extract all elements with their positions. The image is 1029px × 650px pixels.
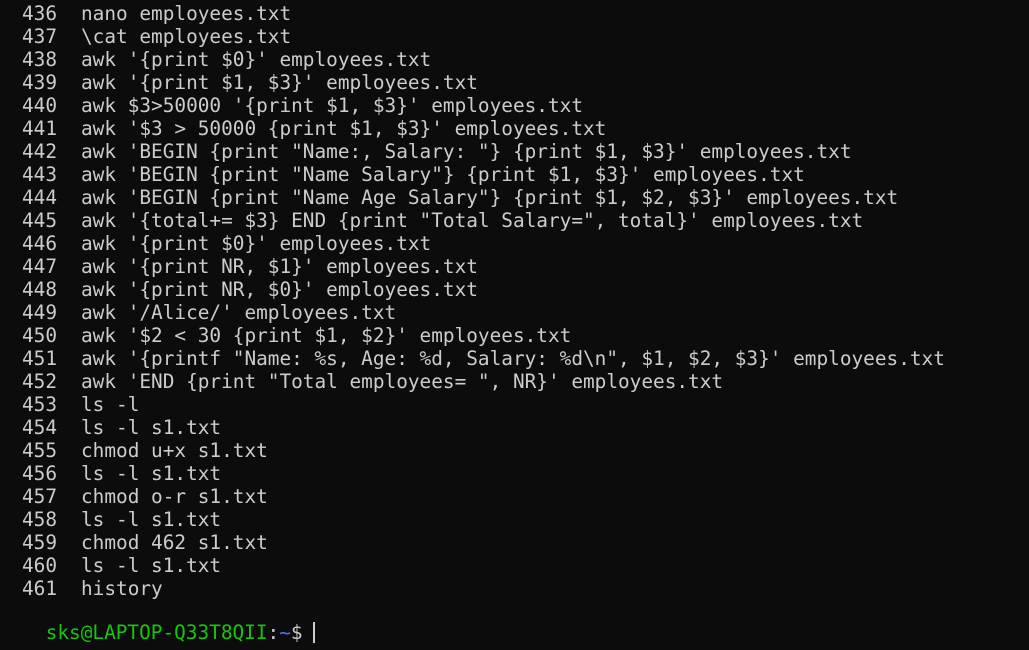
history-command: awk 'BEGIN {print "Name:, Salary: "} {pr… xyxy=(81,140,852,163)
history-line: 461 history xyxy=(0,577,945,600)
history-number: 448 xyxy=(21,278,57,301)
history-number: 450 xyxy=(21,324,57,347)
history-command: awk $3>50000 '{print $1, $3}' employees.… xyxy=(81,94,583,117)
history-command: awk 'BEGIN {print "Name Age Salary"} {pr… xyxy=(81,186,899,209)
history-line: 443 awk 'BEGIN {print "Name Salary"} {pri… xyxy=(0,163,945,186)
history-number: 445 xyxy=(21,209,57,232)
history-line: 437 \cat employees.txt xyxy=(0,25,945,48)
history-line: 450 awk '$2 < 30 {print $1, $2}' employee… xyxy=(0,324,945,347)
history-number: 458 xyxy=(21,508,57,531)
history-number: 441 xyxy=(21,117,57,140)
history-line: 459 chmod 462 s1.txt xyxy=(0,531,945,554)
history-number: 452 xyxy=(21,370,57,393)
history-line: 454 ls -l s1.txt xyxy=(0,416,945,439)
history-line: 457 chmod o-r s1.txt xyxy=(0,485,945,508)
history-line: 447 awk '{print NR, $1}' employees.txt xyxy=(0,255,945,278)
history-command: ls -l xyxy=(81,393,140,416)
history-line: 452 awk 'END {print "Total employees= ", … xyxy=(0,370,945,393)
history-number: 440 xyxy=(21,94,57,117)
history-number: 456 xyxy=(21,462,57,485)
history-line: 449 awk '/Alice/' employees.txt xyxy=(0,301,945,324)
prompt-symbol: $ xyxy=(290,621,303,644)
prompt-path: ~ xyxy=(279,621,291,644)
history-line: 436 nano employees.txt xyxy=(0,2,945,25)
history-number: 442 xyxy=(21,140,57,163)
history-command: awk '$2 < 30 {print $1, $2}' employees.t… xyxy=(81,324,572,347)
history-line: 446 awk '{print $0}' employees.txt xyxy=(0,232,945,255)
history-command: awk 'END {print "Total employees= ", NR}… xyxy=(81,370,724,393)
history-line: 453 ls -l xyxy=(0,393,945,416)
history-line: 438 awk '{print $0}' employees.txt xyxy=(0,48,945,71)
history-command: ls -l s1.txt xyxy=(81,508,222,531)
history-output: 436 nano employees.txt 437 \cat employees.t… xyxy=(0,2,945,600)
history-command: ls -l s1.txt xyxy=(81,462,222,485)
history-command: awk '{print $0}' employees.txt xyxy=(81,48,432,71)
history-line: 444 awk 'BEGIN {print "Name Age Salary"} … xyxy=(0,186,945,209)
history-number: 461 xyxy=(21,577,57,600)
history-number: 438 xyxy=(21,48,57,71)
history-command: awk 'BEGIN {print "Name Salary"} {print … xyxy=(81,163,805,186)
history-command: awk '/Alice/' employees.txt xyxy=(81,301,397,324)
history-number: 459 xyxy=(21,531,57,554)
prompt-separator: : xyxy=(267,621,280,644)
history-command: awk '$3 > 50000 {print $1, $3}' employee… xyxy=(81,117,607,140)
history-command: nano employees.txt xyxy=(81,2,292,25)
history-line: 460 ls -l s1.txt xyxy=(0,554,945,577)
history-line: 451 awk '{printf "Name: %s, Age: %d, Sala… xyxy=(0,347,945,370)
history-command: awk '{print $0}' employees.txt xyxy=(81,232,432,255)
history-number: 446 xyxy=(21,232,57,255)
text-cursor xyxy=(312,622,315,643)
history-number: 447 xyxy=(21,255,57,278)
history-number: 457 xyxy=(21,485,57,508)
history-line: 440 awk $3>50000 '{print $1, $3}' employe… xyxy=(0,94,945,117)
history-number: 439 xyxy=(21,71,57,94)
history-command: chmod 462 s1.txt xyxy=(81,531,268,554)
history-line: 456 ls -l s1.txt xyxy=(0,462,945,485)
shell-prompt[interactable]: sks@LAPTOP-Q33T8QII:~$ xyxy=(0,598,315,644)
history-line: 441 awk '$3 > 50000 {print $1, $3}' emplo… xyxy=(0,117,945,140)
history-command: awk '{print $1, $3}' employees.txt xyxy=(81,71,478,94)
terminal-window[interactable]: 436 nano employees.txt 437 \cat employees.t… xyxy=(0,0,1029,650)
history-number: 451 xyxy=(21,347,57,370)
history-command: \cat employees.txt xyxy=(81,25,292,48)
history-command: history xyxy=(81,577,163,600)
history-line: 439 awk '{print $1, $3}' employees.txt xyxy=(0,71,945,94)
history-number: 449 xyxy=(21,301,57,324)
history-number: 455 xyxy=(21,439,57,462)
history-command: ls -l s1.txt xyxy=(81,554,222,577)
history-number: 437 xyxy=(21,25,57,48)
history-number: 443 xyxy=(21,163,57,186)
history-command: chmod u+x s1.txt xyxy=(81,439,268,462)
history-command: awk '{printf "Name: %s, Age: %d, Salary:… xyxy=(81,347,945,370)
history-number: 460 xyxy=(21,554,57,577)
history-command: awk '{print NR, $1}' employees.txt xyxy=(81,255,478,278)
history-line: 458 ls -l s1.txt xyxy=(0,508,945,531)
history-line: 445 awk '{total+= $3} END {print "Total S… xyxy=(0,209,945,232)
history-command: chmod o-r s1.txt xyxy=(81,485,268,508)
history-command: ls -l s1.txt xyxy=(81,416,222,439)
history-number: 453 xyxy=(21,393,57,416)
history-number: 444 xyxy=(21,186,57,209)
prompt-user-host: sks@LAPTOP-Q33T8QII xyxy=(45,621,268,644)
history-command: awk '{print NR, $0}' employees.txt xyxy=(81,278,478,301)
history-command: awk '{total+= $3} END {print "Total Sala… xyxy=(81,209,864,232)
history-line: 442 awk 'BEGIN {print "Name:, Salary: "} … xyxy=(0,140,945,163)
history-number: 454 xyxy=(21,416,57,439)
history-line: 448 awk '{print NR, $0}' employees.txt xyxy=(0,278,945,301)
history-line: 455 chmod u+x s1.txt xyxy=(0,439,945,462)
history-number: 436 xyxy=(21,2,57,25)
